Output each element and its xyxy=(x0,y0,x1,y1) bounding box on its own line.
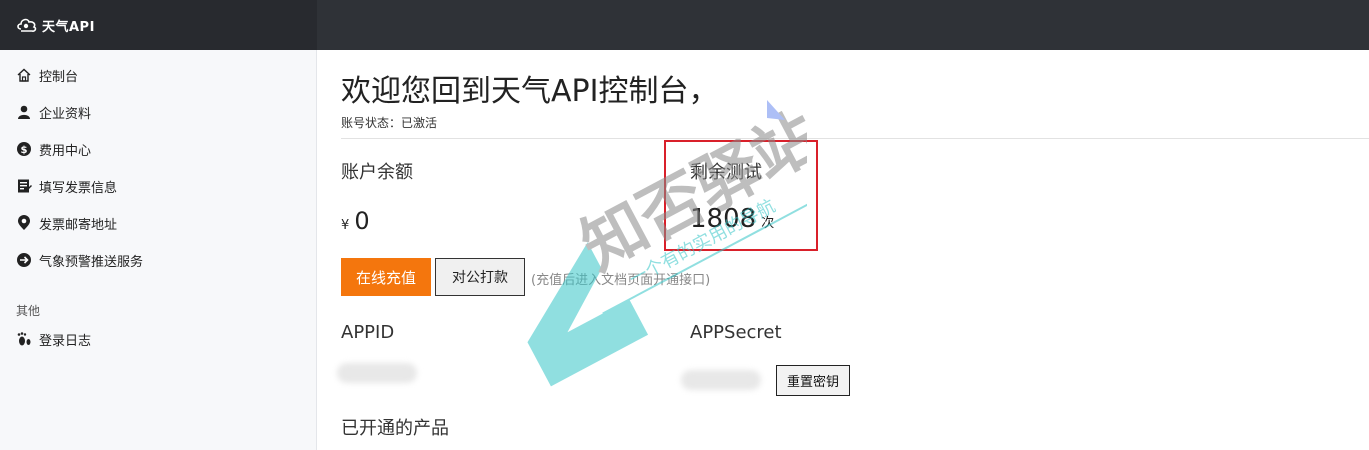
sidebar-item-dashboard[interactable]: 控制台 xyxy=(16,65,78,85)
location-icon xyxy=(18,215,30,230)
sidebar-item-label: 填写发票信息 xyxy=(39,180,118,196)
appsecret-value-redacted xyxy=(681,370,761,390)
sidebar-item-billing[interactable]: $ 费用中心 xyxy=(16,139,91,159)
arrow-right-circle-icon xyxy=(17,253,31,267)
transfer-button[interactable]: 对公打款 xyxy=(435,258,525,296)
sidebar-item-label: 气象预警推送服务 xyxy=(39,254,144,270)
sidebar-item-invoice-address[interactable]: 发票邮寄地址 xyxy=(16,213,117,233)
main-content: 欢迎您回到天气API控制台， 账号状态：已激活 账户余额 ¥ 0 剩余测试 18… xyxy=(317,50,1369,450)
balance-label: 账户余额 xyxy=(341,162,413,183)
brand-name: 天气API xyxy=(42,19,95,35)
balance-amount: ¥ 0 xyxy=(341,207,370,235)
svg-text:$: $ xyxy=(21,145,28,156)
cloud-logo-icon xyxy=(17,18,37,32)
brand[interactable]: 天气API xyxy=(0,0,317,50)
account-status: 账号状态：已激活 xyxy=(341,116,438,130)
sidebar-item-company[interactable]: 企业资料 xyxy=(16,102,91,122)
divider xyxy=(341,138,1369,139)
sidebar-item-label: 费用中心 xyxy=(39,143,92,159)
dollar-icon: $ xyxy=(17,142,31,156)
user-icon xyxy=(18,105,30,119)
appsecret-label: APPSecret xyxy=(690,322,782,343)
sidebar-item-login-log[interactable]: 登录日志 xyxy=(16,329,91,349)
sidebar-item-weather-alert[interactable]: 气象预警推送服务 xyxy=(16,250,143,270)
sidebar-item-label: 发票邮寄地址 xyxy=(39,217,118,233)
sidebar-item-label: 登录日志 xyxy=(39,333,92,349)
reset-secret-button[interactable]: 重置密钥 xyxy=(776,365,850,396)
currency-symbol: ¥ xyxy=(341,218,350,233)
sidebar-group-other: 其他 xyxy=(16,304,41,318)
sidebar-item-invoice-info[interactable]: 填写发票信息 xyxy=(16,176,117,196)
footprint-icon xyxy=(17,332,31,346)
sidebar-item-label: 控制台 xyxy=(39,69,79,85)
invoice-icon xyxy=(18,179,32,193)
appid-value-redacted xyxy=(337,363,417,383)
sidebar-item-label: 企业资料 xyxy=(39,106,92,122)
recharge-button[interactable]: 在线充值 xyxy=(341,258,431,296)
balance-value: 0 xyxy=(354,207,370,235)
recharge-note: (充值后进入文档页面开通接口) xyxy=(531,273,711,288)
products-label: 已开通的产品 xyxy=(341,418,449,439)
home-icon xyxy=(17,68,31,82)
highlight-box xyxy=(664,140,818,251)
appid-label: APPID xyxy=(341,322,395,343)
page-title: 欢迎您回到天气API控制台， xyxy=(341,74,719,109)
sidebar: 控制台 企业资料 $ 费用中心 填写发票信息 发票邮寄地址 气象预警推送服务 其… xyxy=(0,50,317,450)
